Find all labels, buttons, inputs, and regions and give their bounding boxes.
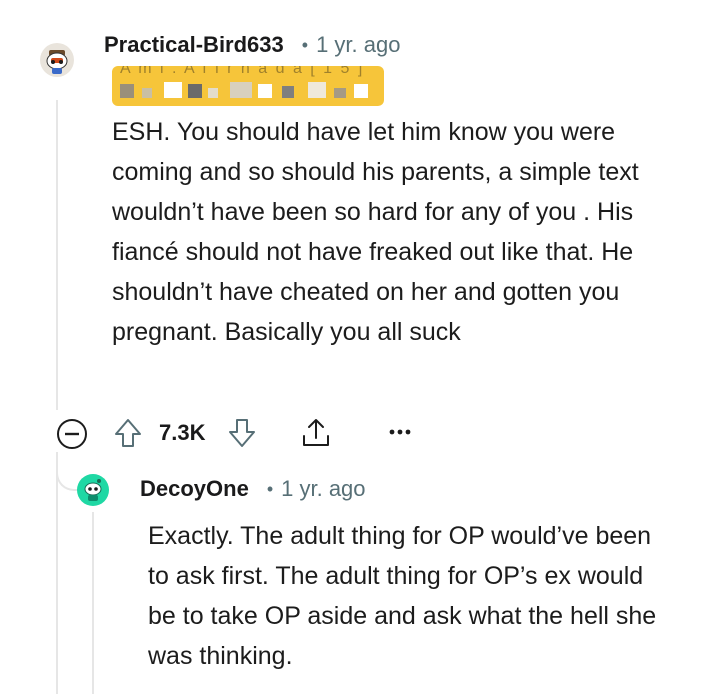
share-icon[interactable]: [299, 416, 333, 450]
downvote-arrow-icon[interactable]: [226, 416, 258, 450]
timestamp[interactable]: 1 yr. ago: [281, 476, 365, 502]
vote-score: 7.3K: [159, 420, 206, 445]
comment-body: ESH. You should have let him know you we…: [112, 118, 639, 346]
collapse-minus-icon[interactable]: [56, 418, 88, 450]
snoo-avatar-icon[interactable]: [77, 474, 109, 506]
user-flair: A m l . A f i r n a d a [ 1 5 ]: [112, 66, 384, 106]
separator-dot: •: [301, 34, 309, 55]
username[interactable]: DecoyOne: [140, 476, 249, 502]
flair-text: A m l . A f i r n a d a [ 1 5 ]: [120, 66, 365, 77]
username[interactable]: Practical-Bird633: [104, 32, 284, 58]
thread-line-main: [56, 100, 58, 410]
more-dots-icon[interactable]: [388, 422, 412, 442]
upvote-arrow-icon[interactable]: [112, 416, 144, 450]
comment-body: Exactly. The adult thing for OP would’ve…: [148, 522, 657, 670]
separator-dot: •: [266, 478, 274, 499]
thread-line-reply: [92, 512, 94, 694]
thread-line-main-lower: [56, 452, 58, 694]
timestamp[interactable]: 1 yr. ago: [316, 32, 400, 58]
snoo-avatar-icon[interactable]: [40, 43, 74, 77]
